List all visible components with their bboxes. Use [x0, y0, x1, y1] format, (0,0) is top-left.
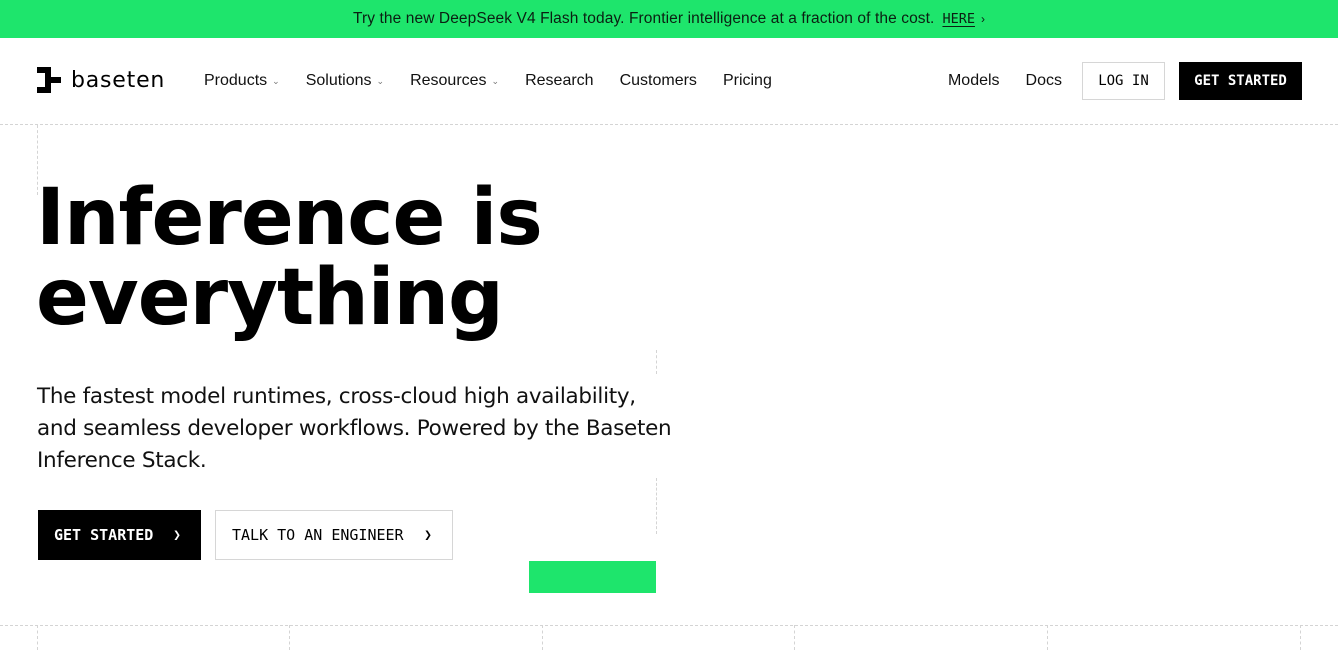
get-started-label: GET STARTED [54, 526, 154, 544]
nav-label: Products [204, 72, 268, 89]
grid-line [1047, 625, 1048, 650]
chevron-down-icon: ⌄ [491, 76, 500, 86]
nav-item-products[interactable]: Products ⌄ [204, 72, 280, 90]
nav-item-pricing[interactable]: Pricing [723, 72, 772, 90]
grid-line [656, 350, 657, 374]
nav-label: Resources [410, 72, 487, 89]
talk-to-engineer-label: TALK TO AN ENGINEER [232, 526, 404, 544]
get-started-nav-button[interactable]: GET STARTED [1179, 62, 1302, 100]
brand-logo[interactable]: baseten [37, 67, 165, 95]
chevron-right-icon[interactable]: › [981, 12, 985, 26]
grid-line [289, 625, 290, 650]
grid-line [542, 625, 543, 650]
chevron-right-icon: ❯ [173, 527, 181, 543]
nav-item-research[interactable]: Research [525, 72, 593, 90]
nav-item-solutions[interactable]: Solutions ⌄ [306, 72, 384, 90]
hero-title: Inference is everything [36, 178, 543, 338]
announcement-banner: Try the new DeepSeek V4 Flash today. Fro… [0, 0, 1338, 38]
brand-wordmark: baseten [71, 68, 166, 93]
chevron-down-icon: ⌄ [376, 76, 385, 86]
grid-line [1300, 625, 1301, 650]
banner-message: Try the new DeepSeek V4 Flash today. Fro… [353, 10, 935, 27]
grid-line [656, 478, 657, 534]
grid-line [0, 625, 1338, 626]
secondary-nav: Models Docs LOG IN GET STARTED [948, 62, 1302, 100]
top-navigation: baseten Products ⌄ Solutions ⌄ Resources… [0, 38, 1338, 125]
chevron-down-icon: ⌄ [272, 76, 280, 86]
nav-label: Solutions [305, 72, 372, 89]
chevron-right-icon: ❯ [424, 527, 432, 543]
nav-label: Research [525, 72, 594, 89]
grid-line [37, 625, 38, 650]
nav-item-models[interactable]: Models [948, 72, 1000, 90]
hero-subtitle: The fastest model runtimes, cross-cloud … [37, 384, 672, 473]
grid-line [794, 625, 795, 650]
nav-item-docs[interactable]: Docs [1026, 72, 1062, 90]
hero-title-line-1: Inference is [36, 173, 543, 263]
nav-item-resources[interactable]: Resources ⌄ [410, 72, 499, 90]
nav-label: Pricing [722, 72, 772, 89]
talk-to-engineer-button[interactable]: TALK TO AN ENGINEER ❯ [215, 510, 453, 560]
get-started-button[interactable]: GET STARTED ❯ [38, 510, 201, 560]
banner-here-link[interactable]: HERE [942, 11, 975, 27]
hero-title-line-2: everything [36, 253, 504, 343]
nav-item-customers[interactable]: Customers [620, 72, 697, 90]
decorative-green-block [529, 561, 656, 593]
nav-label: Customers [619, 72, 697, 89]
login-button[interactable]: LOG IN [1082, 62, 1165, 100]
baseten-logo-icon [37, 67, 61, 93]
primary-nav: Products ⌄ Solutions ⌄ Resources ⌄ Resea… [204, 72, 798, 90]
